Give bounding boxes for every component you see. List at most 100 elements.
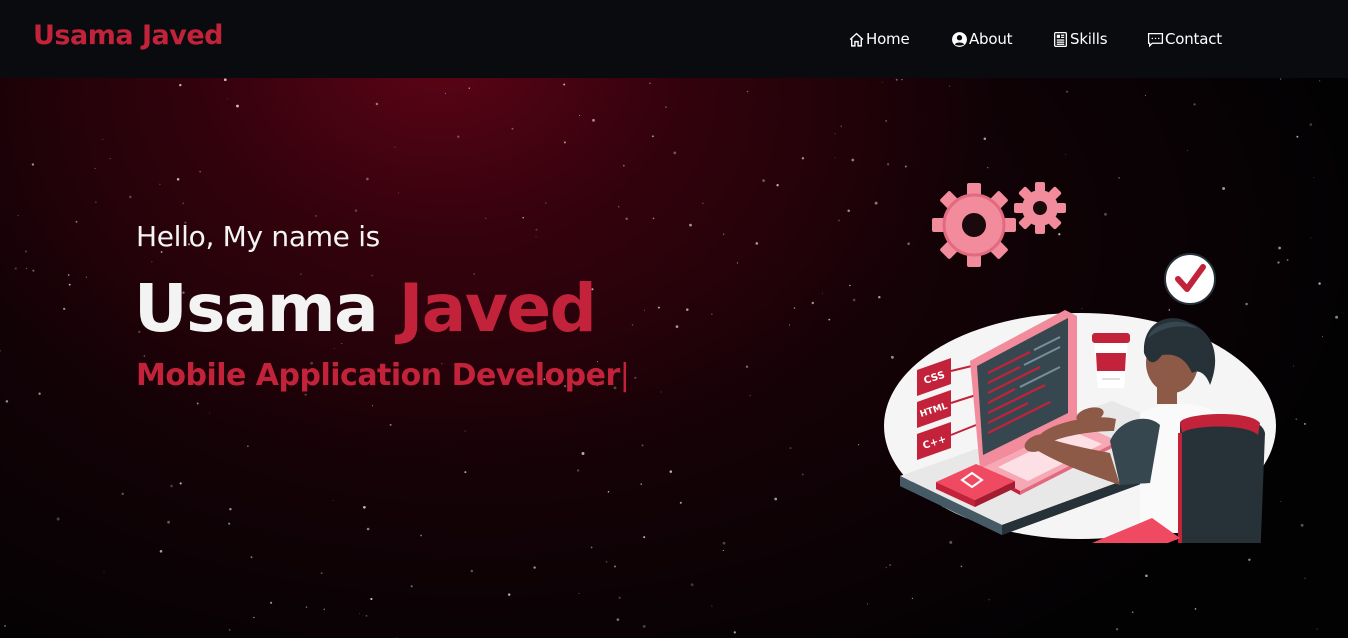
star-dot	[1066, 90, 1069, 93]
star-dot	[304, 393, 307, 396]
star-dot	[468, 87, 470, 89]
star-dot	[651, 135, 654, 138]
nav-item-home[interactable]: Home	[848, 28, 910, 50]
star-dot	[253, 616, 255, 619]
star-dot	[755, 242, 759, 245]
star-dot	[223, 78, 227, 82]
star-dot	[250, 556, 253, 559]
star-dot	[5, 400, 9, 403]
star-dot	[911, 597, 914, 600]
star-dot	[579, 115, 581, 117]
star-dot	[226, 98, 228, 100]
home-icon	[849, 32, 864, 47]
star-dot	[333, 347, 335, 349]
star-dot	[129, 195, 132, 199]
user-circle-icon	[952, 31, 967, 47]
hero-last-name: Javed	[398, 270, 597, 347]
hero-section: Hello, My name is Usama Javed Mobile App…	[0, 78, 1348, 638]
star-dot	[1279, 78, 1282, 80]
star-dot	[622, 164, 625, 167]
nav-label-home: Home	[866, 30, 910, 48]
star-dot	[179, 482, 182, 485]
star-dot	[270, 601, 273, 604]
star-dot	[182, 202, 185, 205]
star-dot	[0, 349, 2, 352]
star-dot	[605, 560, 608, 563]
star-dot	[464, 430, 466, 432]
star-dot	[592, 118, 595, 122]
star-dot	[366, 177, 369, 181]
star-dot	[320, 572, 323, 575]
nav-item-about[interactable]: About	[951, 28, 1013, 50]
star-dot	[228, 629, 231, 631]
hero-role: Mobile Application Developer|	[136, 358, 630, 393]
star-dot	[1309, 123, 1313, 126]
star-dot	[1145, 574, 1148, 578]
star-dot	[170, 484, 173, 488]
star-dot	[1292, 365, 1294, 367]
star-dot	[370, 597, 373, 601]
star-dot	[702, 202, 704, 204]
star-dot	[665, 106, 667, 108]
star-dot	[851, 158, 855, 162]
star-dot	[711, 605, 713, 607]
star-dot	[67, 274, 70, 276]
nav-item-skills[interactable]: Skills	[1052, 28, 1108, 50]
hero-role-text: Mobile Application Developer	[136, 358, 620, 393]
star-dot	[590, 546, 593, 549]
star-dot	[885, 566, 887, 569]
star-dot	[1193, 103, 1196, 106]
star-dot	[103, 570, 105, 572]
star-dot	[607, 491, 610, 493]
star-dot	[840, 125, 843, 128]
star-dot	[1313, 176, 1315, 179]
star-dot	[642, 624, 646, 628]
star-dot	[834, 157, 836, 159]
star-dot	[63, 307, 66, 311]
star-dot	[711, 313, 713, 315]
star-dot	[208, 412, 211, 414]
star-dot	[1248, 558, 1251, 562]
brand-logo[interactable]: Usama Javed	[33, 20, 223, 51]
gear-large-icon	[932, 183, 1016, 267]
star-dot	[3, 624, 7, 627]
star-dot	[1318, 282, 1321, 285]
star-dot	[852, 298, 856, 302]
star-dot	[1144, 94, 1146, 96]
star-dot	[849, 284, 851, 287]
star-dot	[394, 146, 396, 148]
star-dot	[733, 631, 736, 634]
star-dot	[762, 179, 765, 182]
star-dot	[365, 615, 368, 617]
star-dot	[641, 444, 644, 447]
star-dot	[722, 233, 725, 235]
star-dot	[689, 223, 692, 227]
star-dot	[457, 135, 460, 138]
star-dot	[749, 395, 751, 397]
star-dot	[889, 564, 891, 566]
star-dot	[669, 470, 673, 473]
developer-at-desk-illustration: CSS HTML C++	[884, 182, 1276, 543]
star-dot	[410, 585, 413, 588]
star-dot	[375, 102, 379, 106]
star-dot	[828, 318, 831, 321]
star-dot	[167, 520, 170, 524]
star-dot	[247, 445, 249, 447]
star-dot	[159, 183, 161, 186]
star-dot	[838, 219, 840, 222]
hero-greeting: Hello, My name is	[136, 220, 380, 253]
typing-cursor: |	[619, 358, 630, 393]
star-dot	[660, 391, 662, 393]
star-dot	[305, 606, 308, 608]
star-dot	[613, 565, 617, 568]
star-dot	[228, 522, 231, 525]
star-dot	[983, 137, 987, 141]
star-dot	[625, 217, 628, 220]
star-dot	[397, 192, 399, 194]
star-dot	[75, 220, 78, 223]
star-dot	[652, 217, 655, 220]
star-dot	[746, 90, 749, 93]
star-dot	[464, 471, 467, 474]
star-dot	[1115, 628, 1119, 631]
nav-item-contact[interactable]: Contact	[1147, 28, 1222, 50]
